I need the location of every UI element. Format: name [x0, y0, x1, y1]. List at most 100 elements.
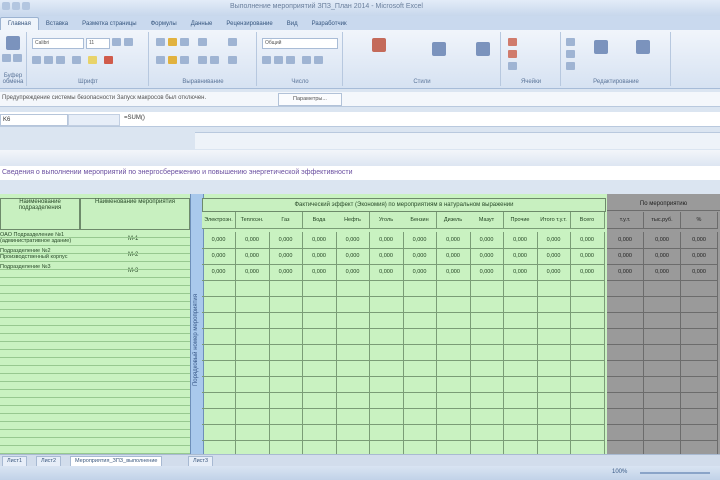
zoom-slider[interactable]: [640, 472, 710, 474]
grid-row[interactable]: [0, 278, 190, 286]
empty-cell[interactable]: [235, 344, 270, 361]
grid-row[interactable]: [0, 286, 190, 294]
empty-cell[interactable]: [436, 408, 471, 425]
empty-cell[interactable]: [570, 360, 605, 377]
increase-decimal-icon[interactable]: [302, 56, 311, 64]
empty-cell[interactable]: [403, 296, 437, 313]
empty-cell[interactable]: [302, 408, 337, 425]
empty-cell[interactable]: [570, 312, 605, 329]
empty-cell[interactable]: [503, 424, 538, 441]
empty-summary-cell[interactable]: [681, 392, 718, 409]
empty-cell[interactable]: [470, 424, 504, 441]
data-cell[interactable]: 0,000: [403, 264, 437, 281]
paste-icon[interactable]: [6, 36, 20, 50]
data-cell[interactable]: 0,000: [269, 264, 303, 281]
empty-cell[interactable]: [503, 408, 538, 425]
conditional-formatting-icon[interactable]: [372, 38, 386, 52]
italic-icon[interactable]: [44, 56, 53, 64]
empty-cell[interactable]: [537, 296, 571, 313]
empty-cell[interactable]: [269, 360, 303, 377]
empty-cell[interactable]: [436, 328, 471, 345]
empty-cell[interactable]: [336, 360, 370, 377]
empty-summary-cell[interactable]: [644, 424, 681, 441]
empty-cell[interactable]: [403, 312, 437, 329]
orientation-icon[interactable]: [198, 38, 207, 46]
empty-summary-cell[interactable]: [681, 424, 718, 441]
increase-indent-icon[interactable]: [210, 56, 219, 64]
empty-cell[interactable]: [470, 360, 504, 377]
empty-cell[interactable]: [302, 424, 337, 441]
data-cell[interactable]: 0,000: [269, 232, 303, 249]
data-cell[interactable]: 0,000: [436, 264, 471, 281]
grid-row[interactable]: [0, 302, 190, 310]
empty-cell[interactable]: [537, 376, 571, 393]
sort-filter-icon[interactable]: [594, 40, 608, 54]
empty-summary-cell[interactable]: [681, 296, 718, 313]
empty-summary-cell[interactable]: [681, 344, 718, 361]
empty-cell[interactable]: [570, 280, 605, 297]
empty-cell[interactable]: [403, 344, 437, 361]
grid-row[interactable]: [0, 342, 190, 350]
grid-row[interactable]: [0, 438, 190, 446]
empty-cell[interactable]: [336, 280, 370, 297]
percent-icon[interactable]: [274, 56, 283, 64]
empty-cell[interactable]: [570, 376, 605, 393]
data-cell[interactable]: 0,000: [302, 264, 337, 281]
empty-cell[interactable]: [436, 280, 471, 297]
grid-row[interactable]: [0, 398, 190, 406]
font-name-select[interactable]: Calibri: [32, 38, 84, 49]
insert-cells-icon[interactable]: [508, 38, 517, 46]
empty-cell[interactable]: [537, 424, 571, 441]
empty-cell[interactable]: [403, 424, 437, 441]
summary-cell[interactable]: 0,000: [607, 248, 644, 265]
empty-cell[interactable]: [235, 424, 270, 441]
grid-row[interactable]: [0, 374, 190, 382]
data-cell[interactable]: 0,000: [537, 264, 571, 281]
decrease-decimal-icon[interactable]: [314, 56, 323, 64]
format-as-table-icon[interactable]: [432, 42, 446, 56]
grid-row[interactable]: [0, 310, 190, 318]
empty-cell[interactable]: [436, 360, 471, 377]
summary-cell[interactable]: 0,000: [607, 264, 644, 281]
empty-cell[interactable]: [436, 424, 471, 441]
name-box[interactable]: K6: [0, 114, 68, 126]
empty-cell[interactable]: [436, 312, 471, 329]
empty-cell[interactable]: [202, 360, 236, 377]
empty-cell[interactable]: [503, 376, 538, 393]
empty-cell[interactable]: [369, 344, 404, 361]
decrease-indent-icon[interactable]: [198, 56, 207, 64]
empty-cell[interactable]: [436, 344, 471, 361]
empty-cell[interactable]: [302, 360, 337, 377]
wrap-text-icon[interactable]: [228, 38, 237, 46]
data-cell[interactable]: 0,000: [202, 232, 236, 249]
zoom-level[interactable]: 100%: [612, 469, 632, 477]
data-cell[interactable]: 0,000: [470, 232, 504, 249]
empty-cell[interactable]: [302, 328, 337, 345]
office-button-icon[interactable]: [2, 2, 10, 10]
empty-cell[interactable]: [537, 312, 571, 329]
empty-cell[interactable]: [369, 424, 404, 441]
grid-row[interactable]: [0, 326, 190, 334]
autosum-icon[interactable]: [566, 38, 575, 46]
empty-summary-cell[interactable]: [607, 376, 644, 393]
data-cell[interactable]: 0,000: [336, 248, 370, 265]
empty-cell[interactable]: [537, 328, 571, 345]
cell-styles-icon[interactable]: [476, 42, 490, 56]
empty-cell[interactable]: [436, 376, 471, 393]
grid-row[interactable]: [0, 334, 190, 342]
tab-data[interactable]: Данные: [184, 18, 220, 30]
data-cell[interactable]: 0,000: [403, 232, 437, 249]
font-color-icon[interactable]: [104, 56, 113, 64]
empty-cell[interactable]: [403, 360, 437, 377]
summary-cell[interactable]: 0,000: [681, 264, 718, 281]
empty-cell[interactable]: [202, 408, 236, 425]
empty-cell[interactable]: [269, 392, 303, 409]
grid-row[interactable]: [0, 382, 190, 390]
data-cell[interactable]: 0,000: [235, 264, 270, 281]
data-cell[interactable]: 0,000: [503, 248, 538, 265]
cut-icon[interactable]: [2, 54, 11, 62]
data-cell[interactable]: 0,000: [235, 232, 270, 249]
data-cell[interactable]: 0,000: [336, 264, 370, 281]
data-cell[interactable]: 0,000: [202, 264, 236, 281]
column-headers[interactable]: [0, 150, 720, 167]
